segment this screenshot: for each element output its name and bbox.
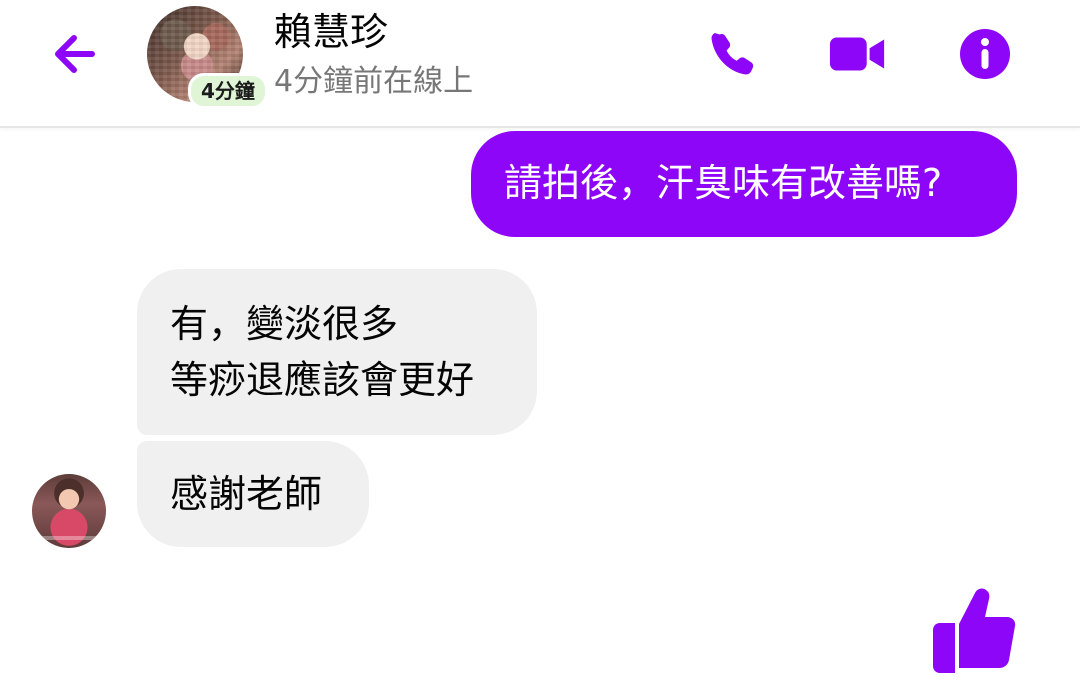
- incoming-message-bubble[interactable]: 感謝老師: [137, 441, 369, 547]
- message-line: 請拍後，汗臭味有改善嗎?: [504, 161, 943, 205]
- video-camera-icon: [829, 37, 885, 71]
- message-line: 感謝老師: [170, 472, 323, 516]
- thumbs-up-icon: [933, 588, 1016, 673]
- contact-status: 4分鐘前在線上: [274, 64, 474, 99]
- contact-name[interactable]: 賴慧珍: [274, 8, 388, 56]
- message-line: 等痧退應該會更好: [170, 358, 475, 402]
- back-arrow-icon: [55, 35, 95, 73]
- info-button[interactable]: [955, 24, 1015, 84]
- phone-icon: [711, 33, 754, 75]
- call-button[interactable]: [702, 24, 762, 84]
- outgoing-message-bubble[interactable]: 請拍後，汗臭味有改善嗎?: [471, 131, 1017, 237]
- sender-avatar[interactable]: [32, 474, 106, 548]
- chat-header: 4分鐘 賴慧珍 4分鐘前在線上: [0, 0, 1080, 128]
- video-call-button[interactable]: [828, 24, 888, 84]
- back-button[interactable]: [44, 28, 104, 80]
- message-line: 有，變淡很多: [170, 302, 399, 346]
- active-time-badge: 4分鐘: [188, 73, 268, 109]
- like-button[interactable]: [920, 576, 1020, 676]
- info-icon: [960, 29, 1010, 79]
- incoming-message-bubble[interactable]: 有，變淡很多 等痧退應該會更好: [137, 269, 537, 435]
